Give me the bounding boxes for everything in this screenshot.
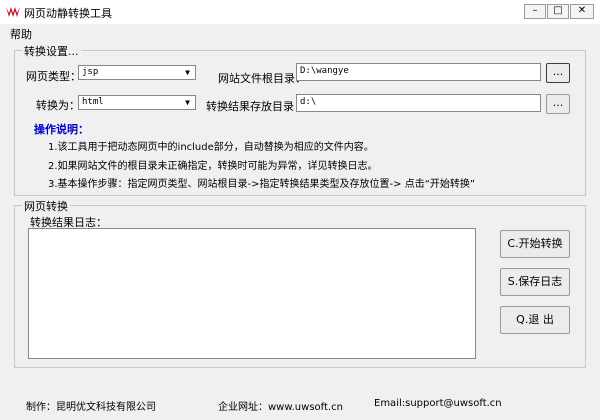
convert-to-value: html (82, 97, 104, 107)
site-root-browse-button[interactable]: ... (546, 63, 570, 83)
close-button[interactable]: ✕ (570, 4, 594, 19)
menu-help[interactable]: 帮助 (10, 26, 32, 42)
minimize-button[interactable]: – (524, 4, 546, 19)
app-logo-icon (6, 7, 20, 17)
convert-to-select[interactable]: html ▼ (78, 95, 196, 110)
window-title: 网页动静转换工具 (24, 7, 112, 20)
note-3: 3.基本操作步骤：指定网页类型、网站根目录->指定转换结果类型及存放位置-> 点… (48, 179, 476, 190)
settings-group-legend: 转换设置... (22, 43, 81, 59)
output-dir-input[interactable]: d:\ (296, 94, 541, 112)
page-type-label: 网页类型： (26, 70, 81, 83)
site-root-input[interactable]: D:\wangye (296, 63, 541, 81)
menu-bar: 帮助 (0, 24, 600, 42)
note-1: 1.该工具用于把动态网页中的include部分，自动替换为相应的文件内容。 (48, 142, 374, 153)
page-type-select[interactable]: jsp ▼ (78, 65, 196, 80)
output-dir-browse-button[interactable]: ... (546, 94, 570, 114)
start-convert-button[interactable]: C.开始转换 (500, 230, 570, 258)
chevron-down-icon: ▼ (185, 98, 190, 107)
footer-maker: 制作：昆明优文科技有限公司 (26, 402, 156, 413)
convert-to-label: 转换为： (36, 99, 80, 112)
convert-group-legend: 网页转换 (22, 198, 70, 214)
chevron-down-icon: ▼ (185, 68, 190, 77)
site-root-label: 网站文件根目录： (218, 72, 306, 85)
log-textarea[interactable] (28, 228, 476, 359)
footer-website[interactable]: 企业网址：www.uwsoft.cn (218, 398, 343, 413)
title-bar: 网页动静转换工具 – □ ✕ (0, 0, 600, 24)
footer-email[interactable]: Email:support@uwsoft.cn (374, 398, 502, 409)
page-type-value: jsp (82, 67, 99, 77)
save-log-button[interactable]: S.保存日志 (500, 268, 570, 296)
maximize-button[interactable]: □ (547, 4, 569, 19)
exit-button[interactable]: Q.退 出 (500, 306, 570, 334)
output-dir-label: 转换结果存放目录： (206, 100, 305, 113)
note-2: 2.如果网站文件的根目录未正确指定，转换时可能为异常，详见转换日志。 (48, 161, 378, 172)
notes-title: 操作说明： (34, 123, 89, 136)
